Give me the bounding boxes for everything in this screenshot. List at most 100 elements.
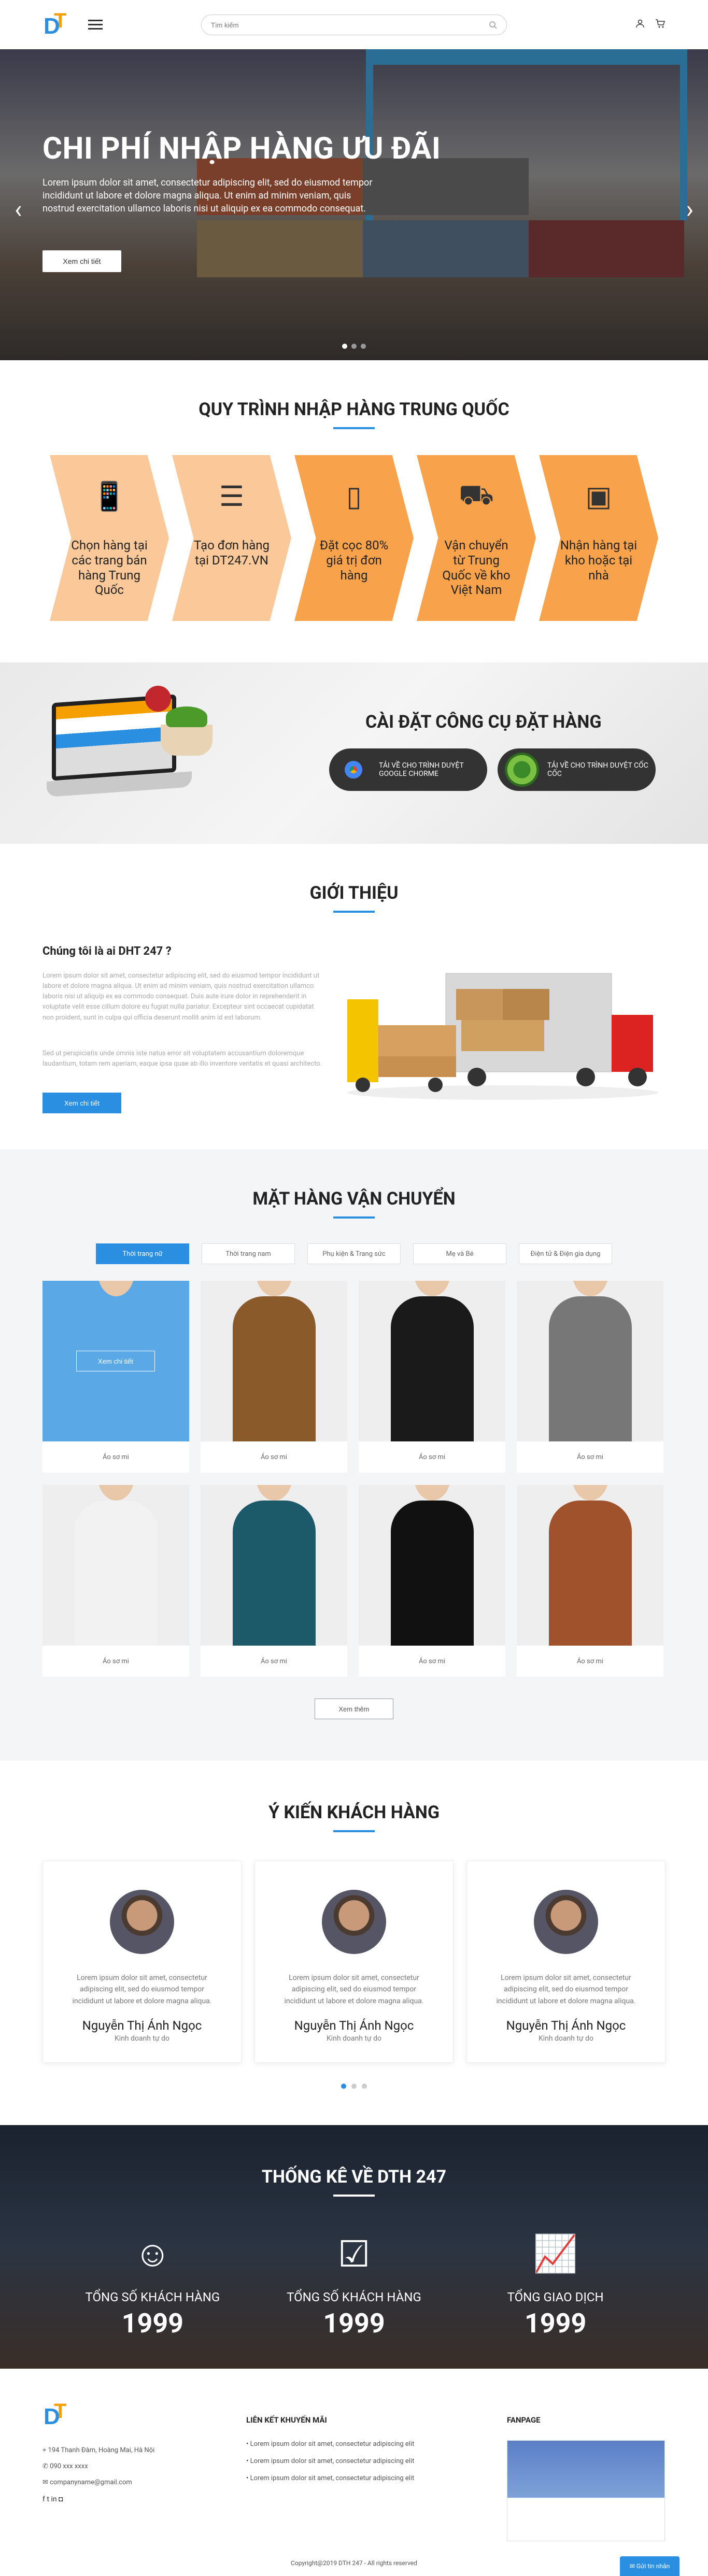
product-card[interactable]: Áo sơ mi	[517, 1281, 663, 1473]
chevron-right-icon[interactable]: ›	[686, 194, 693, 224]
tab-accessories[interactable]: Phụ kiện & Trang sức	[307, 1243, 401, 1264]
search-icon[interactable]	[489, 21, 497, 29]
instagram-icon[interactable]: ◘	[59, 2495, 63, 2503]
testimonial-name: Nguyễn Thị Ánh Ngọc	[294, 2018, 414, 2033]
chevron-left-icon[interactable]: ‹	[15, 194, 22, 224]
product-image[interactable]	[43, 1485, 189, 1646]
product-image[interactable]	[201, 1281, 347, 1441]
user-icon[interactable]	[635, 19, 645, 28]
container-graphic	[529, 220, 684, 277]
step-label: Vận chuyển từ Trung Quốc về kho Việt Nam	[442, 538, 511, 598]
step-label: Tạo đơn hàng tại DT247.VN	[194, 538, 270, 568]
search-bar[interactable]	[201, 15, 507, 35]
container-graphic	[363, 220, 529, 277]
category-tabs: Thời trang nữ Thời trang nam Phụ kiện & …	[43, 1243, 665, 1264]
logo-letter-t: T	[54, 9, 67, 32]
slider-dot[interactable]	[351, 2084, 357, 2089]
process-step: ⛟ Vận chuyển từ Trung Quốc về kho Việt Na…	[417, 455, 536, 621]
product-image[interactable]	[201, 1485, 347, 1646]
stat-value: 1999	[524, 2308, 587, 2339]
header: D T	[0, 0, 708, 49]
product-card[interactable]: Áo sơ mi	[517, 1485, 663, 1677]
product-name: Áo sơ mi	[103, 1453, 129, 1461]
product-image[interactable]	[359, 1281, 505, 1441]
delivery-icon: ⛟	[459, 478, 494, 512]
process-step: ▣ Nhận hàng tại kho hoặc tại nhà	[539, 455, 658, 621]
stat-label: TỔNG SỐ KHÁCH HÀNG	[85, 2290, 220, 2304]
see-more-button[interactable]: Xem thêm	[315, 1699, 393, 1719]
product-card[interactable]: Áo sơ mi	[359, 1281, 505, 1473]
product-image[interactable]	[517, 1281, 663, 1441]
testimonial-card: Lorem ipsum dolor sit amet, consectetur …	[254, 1861, 454, 2063]
tab-men-fashion[interactable]: Thời trang nam	[202, 1243, 295, 1264]
facebook-icon[interactable]: f	[43, 2495, 45, 2503]
model-figure	[548, 1485, 632, 1646]
product-name: Áo sơ mi	[419, 1657, 445, 1665]
search-input[interactable]	[211, 21, 489, 29]
promo-link[interactable]: Lorem ipsum dolor sit amet, consectetur …	[246, 2457, 415, 2465]
testimonial-card: Lorem ipsum dolor sit amet, consectetur …	[43, 1861, 242, 2063]
menu-icon[interactable]	[88, 17, 103, 32]
slider-dot[interactable]	[341, 2084, 346, 2089]
product-name: Áo sơ mi	[419, 1453, 445, 1461]
tab-women-fashion[interactable]: Thời trang nữ	[96, 1243, 189, 1264]
slider-dot[interactable]	[362, 2084, 367, 2089]
footer-logo[interactable]: D T	[43, 2400, 74, 2431]
product-card[interactable]: Áo sơ mi	[359, 1485, 505, 1677]
footer: D T ⌖ 194 Thanh Đàm, Hoàng Mai, Hà Nội ✆…	[0, 2369, 708, 2576]
cart-icon[interactable]	[655, 19, 665, 28]
coccoc-download-button[interactable]: TẢI VỀ CHO TRÌNH DUYỆT CỐC CỐC	[498, 748, 656, 791]
customer-icon: ☺	[134, 2233, 172, 2275]
slider-dot[interactable]	[342, 344, 347, 349]
product-image[interactable]: Xem chi tiết	[43, 1281, 189, 1441]
testimonials-title: Ý KIẾN KHÁCH HÀNG	[43, 1802, 665, 1832]
step-label: Nhận hàng tại kho hoặc tại nhà	[560, 538, 638, 583]
promo-link[interactable]: Lorem ipsum dolor sit amet, consectetur …	[246, 2440, 415, 2448]
testimonial-name: Nguyễn Thị Ánh Ngọc	[82, 2018, 202, 2033]
product-image[interactable]	[517, 1485, 663, 1646]
copyright: Copyright@2019 DTH 247 - All rights rese…	[291, 2559, 417, 2567]
intro-detail-button[interactable]: Xem chi tiết	[43, 1093, 121, 1113]
product-image[interactable]	[359, 1485, 505, 1646]
linkedin-icon[interactable]: in	[51, 2495, 56, 2503]
intro-section: GIỚI THIỆU Chúng tôi là ai DHT 247 ? Lor…	[0, 844, 708, 1150]
product-detail-button[interactable]: Xem chi tiết	[76, 1351, 155, 1371]
chrome-download-button[interactable]: TẢI VỀ CHO TRÌNH DUYỆT GOOGLE CHORME	[329, 748, 487, 791]
coccoc-icon	[505, 753, 539, 787]
model-figure	[390, 1485, 474, 1646]
phone-pay-icon: ▯	[346, 480, 362, 513]
stat-label: TỔNG SỐ KHÁCH HÀNG	[287, 2290, 421, 2304]
chart-growth-icon: 📈	[533, 2233, 578, 2275]
stat-item: ☺ TỔNG SỐ KHÁCH HÀNG 1999	[75, 2233, 230, 2339]
truck-image	[347, 973, 658, 1100]
product-card[interactable]: Áo sơ mi	[43, 1485, 189, 1677]
logo[interactable]: D T	[43, 9, 74, 40]
product-card[interactable]: Áo sơ mi	[201, 1485, 347, 1677]
tab-electronics[interactable]: Điện tử & Điện gia dụng	[519, 1243, 612, 1264]
slider-dot[interactable]	[361, 344, 366, 349]
product-card[interactable]: Áo sơ mi	[201, 1281, 347, 1473]
product-name: Áo sơ mi	[103, 1657, 129, 1665]
model-figure	[74, 1485, 158, 1646]
twitter-icon[interactable]: t	[47, 2495, 49, 2503]
hero-title: CHI PHÍ NHẬP HÀNG ƯU ĐÃI	[43, 131, 441, 166]
tool-title: CÀI ĐẶT CÔNG CỤ ĐẶT HÀNG	[365, 712, 602, 732]
tab-mom-baby[interactable]: Mẹ và Bé	[413, 1243, 506, 1264]
product-name: Áo sơ mi	[261, 1657, 287, 1665]
step-label: Chọn hàng tại các trang bán hàng Trung Q…	[71, 538, 148, 598]
clipboard-icon: ☑	[337, 2233, 371, 2276]
hero-detail-button[interactable]: Xem chi tiết	[43, 250, 121, 272]
process-title: QUY TRÌNH NHẬP HÀNG TRUNG QUỐC	[0, 399, 708, 429]
footer-address-text: 194 Thanh Đàm, Hoàng Mai, Hà Nội	[48, 2446, 155, 2454]
slider-dot[interactable]	[351, 344, 357, 349]
product-grid: Xem chi tiết Áo sơ mi Áo sơ mi Áo sơ mi Áo s…	[43, 1281, 665, 1677]
fanpage-widget[interactable]	[507, 2440, 665, 2541]
footer-email[interactable]: ✉ companyname@gmail.com	[43, 2479, 154, 2486]
footer-phone-text: 090 xxx xxxx	[50, 2462, 88, 2470]
testimonial-text: Lorem ipsum dolor sit amet, consectetur …	[72, 1974, 212, 2005]
coccoc-download-label: TẢI VỀ CHO TRÌNH DUYỆT CỐC CỐC	[547, 761, 648, 778]
chat-button[interactable]: ✉ Gửi tin nhắn	[620, 2556, 679, 2576]
products-title: MẶT HÀNG VẬN CHUYỂN	[43, 1188, 665, 1219]
product-card[interactable]: Xem chi tiết Áo sơ mi	[43, 1281, 189, 1473]
promo-link[interactable]: Lorem ipsum dolor sit amet, consectetur …	[246, 2474, 415, 2482]
